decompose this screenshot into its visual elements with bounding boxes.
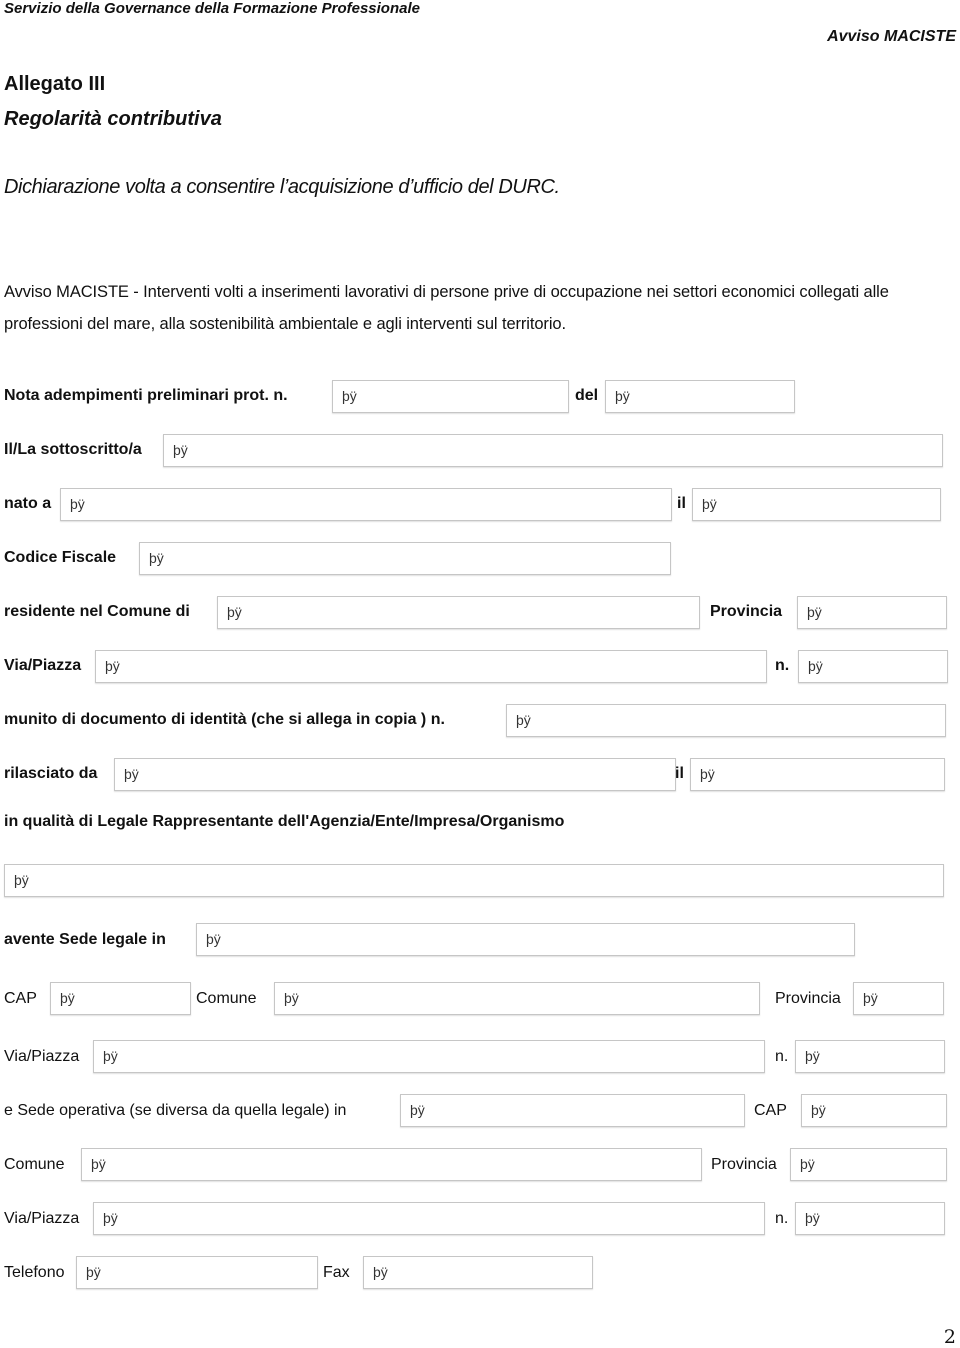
department-header: Servizio della Governance della Formazio… — [4, 0, 420, 17]
residence-comune-field[interactable]: þÿ — [217, 596, 700, 629]
telefono-label: Telefono — [4, 1264, 65, 1281]
birthdate-field[interactable]: þÿ — [692, 488, 941, 521]
qualita-label: in qualità di Legale Rappresentante dell… — [4, 813, 565, 830]
document-date-label: il — [675, 765, 684, 782]
legal-provincia-label: Provincia — [775, 990, 841, 1007]
sottoscritto-label: Il/La sottoscritto/a — [4, 441, 142, 458]
legal-cap-field[interactable]: þÿ — [50, 982, 191, 1015]
sede-legale-field[interactable]: þÿ — [196, 923, 855, 956]
operative-cap-field[interactable]: þÿ — [801, 1094, 947, 1127]
residence-number-field[interactable]: þÿ — [798, 650, 948, 683]
documento-label: munito di documento di identità (che si … — [4, 711, 445, 728]
legal-cap-label: CAP — [4, 990, 37, 1007]
operative-via-label: Via/Piazza — [4, 1210, 80, 1227]
legal-number-field[interactable]: þÿ — [795, 1040, 945, 1073]
document-date-field[interactable]: þÿ — [690, 758, 945, 791]
rilasciato-label: rilasciato da — [4, 765, 98, 782]
operative-provincia-field[interactable]: þÿ — [790, 1148, 947, 1181]
intro-paragraph: Avviso MACISTE - Interventi volti a inse… — [4, 283, 889, 333]
legal-number-label: n. — [775, 1048, 789, 1065]
sede-operativa-field[interactable]: þÿ — [400, 1094, 745, 1127]
legal-via-field[interactable]: þÿ — [93, 1040, 765, 1073]
nato-label: nato a — [4, 495, 52, 512]
codice-fiscale-label: Codice Fiscale — [4, 549, 117, 566]
legal-comune-field[interactable]: þÿ — [274, 982, 760, 1015]
prot-date-field[interactable]: þÿ — [605, 380, 795, 413]
birthdate-label: il — [677, 495, 686, 512]
telefono-field[interactable]: þÿ — [76, 1256, 318, 1289]
prot-number-field[interactable]: þÿ — [332, 380, 569, 413]
legal-via-label: Via/Piazza — [4, 1048, 80, 1065]
del-label: del — [575, 387, 599, 404]
birthplace-field[interactable]: þÿ — [60, 488, 672, 521]
fax-field[interactable]: þÿ — [363, 1256, 593, 1289]
annex-title: Allegato III — [4, 73, 106, 95]
fax-label: Fax — [323, 1264, 350, 1281]
operative-comune-label: Comune — [4, 1156, 65, 1173]
operative-provincia-label: Provincia — [711, 1156, 777, 1173]
operative-number-label: n. — [775, 1210, 789, 1227]
operative-comune-field[interactable]: þÿ — [81, 1148, 702, 1181]
document-issuer-field[interactable]: þÿ — [114, 758, 676, 791]
prot-label: Nota adempimenti preliminari prot. n. — [4, 387, 288, 404]
annex-subject: Regolarità contributiva — [4, 108, 222, 130]
operative-cap-label: CAP — [754, 1102, 787, 1119]
operative-via-field[interactable]: þÿ — [93, 1202, 765, 1235]
declaration-title: Dichiarazione volta a consentire l’acqui… — [4, 176, 560, 198]
operative-number-field[interactable]: þÿ — [795, 1202, 945, 1235]
residence-provincia-field[interactable]: þÿ — [797, 596, 947, 629]
notice-header: Avviso MACISTE — [827, 28, 956, 45]
residence-number-label: n. — [775, 657, 790, 674]
residence-provincia-label: Provincia — [710, 603, 783, 620]
legal-provincia-field[interactable]: þÿ — [853, 982, 944, 1015]
sede-operativa-label: e Sede operativa (se diversa da quella l… — [4, 1102, 347, 1119]
residente-label: residente nel Comune di — [4, 603, 190, 620]
residence-via-label: Via/Piazza — [4, 657, 82, 674]
codice-fiscale-field[interactable]: þÿ — [139, 542, 671, 575]
sottoscritto-field[interactable]: þÿ — [163, 434, 943, 467]
sede-legale-label: avente Sede legale in — [4, 931, 166, 948]
legal-comune-label: Comune — [196, 990, 257, 1007]
organization-field[interactable]: þÿ — [4, 864, 944, 897]
residence-via-field[interactable]: þÿ — [95, 650, 767, 683]
document-number-field[interactable]: þÿ — [506, 704, 946, 737]
